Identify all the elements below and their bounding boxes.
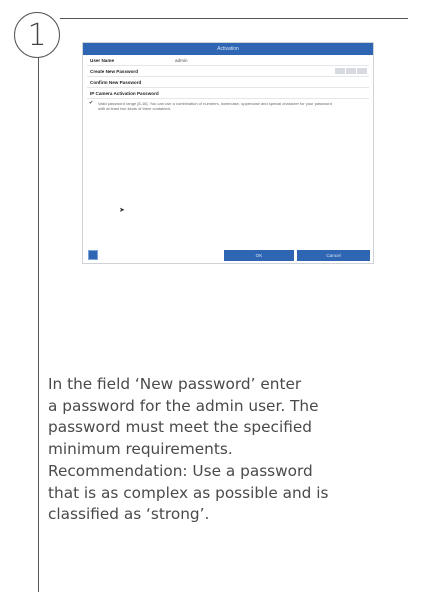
instruction-line: minimum requirements. xyxy=(48,440,233,459)
field-label: Create New Password xyxy=(90,69,138,74)
user-name-value: admin xyxy=(175,58,188,63)
activation-dialog-screenshot: Activation User Name admin Create New Pa… xyxy=(82,42,374,264)
instruction-line: password must meet the specified xyxy=(48,418,312,437)
instruction-line: In the field ‘New password’ enter xyxy=(48,375,302,393)
guide-line-horizontal xyxy=(60,18,408,19)
strength-segment xyxy=(357,68,367,74)
password-hint-text: Valid password range [8-16]. You can use… xyxy=(98,101,332,112)
instruction-line: Recommendation: Use a password xyxy=(48,461,313,480)
field-label: User Name xyxy=(90,58,115,63)
ok-button[interactable]: OK xyxy=(224,250,294,261)
step-number-badge: 1 xyxy=(14,12,60,58)
password-strength-meter xyxy=(335,68,367,74)
field-row-confirm-password[interactable]: Confirm New Password xyxy=(87,77,369,88)
footer-icon-button[interactable] xyxy=(88,250,98,260)
checkmark-icon: ✔ xyxy=(89,100,94,106)
instruction-text: In the field ‘New password’ enter a pass… xyxy=(48,374,410,526)
strength-segment xyxy=(335,68,345,74)
step-number: 1 xyxy=(27,17,47,53)
field-label: IP Camera Activation Password xyxy=(90,91,159,96)
field-row-user-name: User Name admin xyxy=(87,55,369,66)
field-label: Confirm New Password xyxy=(90,80,142,85)
strength-segment xyxy=(346,68,356,74)
cancel-button[interactable]: Cancel xyxy=(297,250,370,261)
mouse-cursor-icon: ➤ xyxy=(119,207,125,214)
dialog-footer: OK Cancel xyxy=(83,247,373,263)
password-hint: ✔ Valid password range [8-16]. You can u… xyxy=(87,100,369,112)
instruction-line: that is as complex as possible and is xyxy=(48,483,329,502)
instruction-line: a password for the admin user. The xyxy=(48,396,319,415)
guide-line-vertical xyxy=(38,58,39,592)
field-row-ip-camera-password[interactable]: IP Camera Activation Password xyxy=(87,88,369,99)
dialog-title-bar: Activation xyxy=(83,43,373,55)
field-row-create-password[interactable]: Create New Password xyxy=(87,66,369,77)
instruction-line: classified as ‘strong’. xyxy=(48,505,210,524)
dialog-title: Activation xyxy=(217,46,239,52)
